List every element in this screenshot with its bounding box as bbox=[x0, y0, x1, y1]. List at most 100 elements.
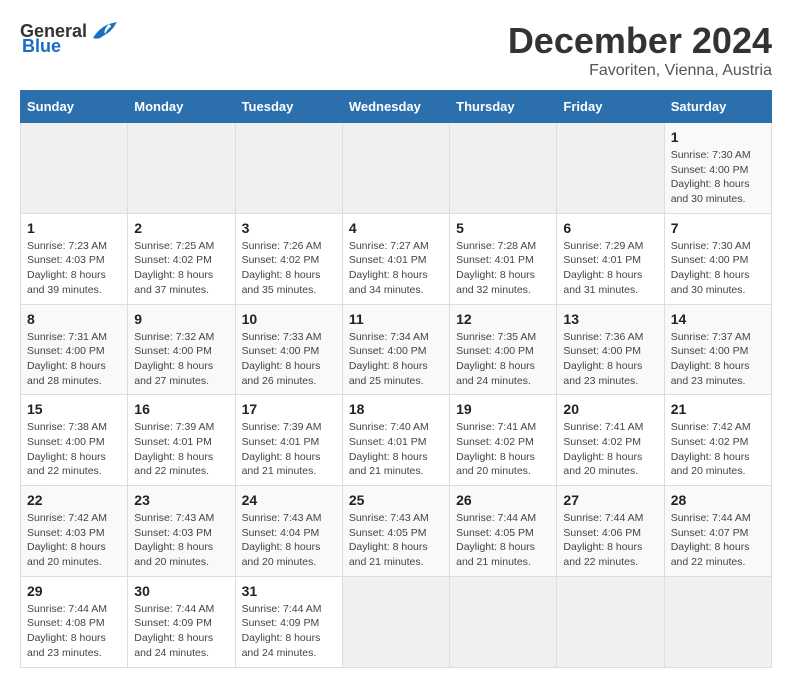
month-title: December 2024 bbox=[508, 20, 772, 62]
day-info: Sunrise: 7:27 AM Sunset: 4:01 PM Dayligh… bbox=[349, 240, 429, 296]
calendar-cell: 16 Sunrise: 7:39 AM Sunset: 4:01 PM Dayl… bbox=[128, 395, 235, 486]
day-info: Sunrise: 7:38 AM Sunset: 4:00 PM Dayligh… bbox=[27, 421, 107, 477]
calendar-week-row: 22 Sunrise: 7:42 AM Sunset: 4:03 PM Dayl… bbox=[21, 486, 772, 577]
day-number: 19 bbox=[456, 401, 550, 417]
calendar-cell: 2 Sunrise: 7:25 AM Sunset: 4:02 PM Dayli… bbox=[128, 213, 235, 304]
header-sunday: Sunday bbox=[21, 91, 128, 123]
day-info: Sunrise: 7:30 AM Sunset: 4:00 PM Dayligh… bbox=[671, 240, 751, 296]
location-title: Favoriten, Vienna, Austria bbox=[508, 62, 772, 80]
day-info: Sunrise: 7:41 AM Sunset: 4:02 PM Dayligh… bbox=[456, 421, 536, 477]
day-info: Sunrise: 7:36 AM Sunset: 4:00 PM Dayligh… bbox=[563, 331, 643, 387]
day-info: Sunrise: 7:41 AM Sunset: 4:02 PM Dayligh… bbox=[563, 421, 643, 477]
calendar-cell bbox=[664, 576, 771, 667]
calendar-cell: 20 Sunrise: 7:41 AM Sunset: 4:02 PM Dayl… bbox=[557, 395, 664, 486]
day-info: Sunrise: 7:43 AM Sunset: 4:03 PM Dayligh… bbox=[134, 512, 214, 568]
calendar-cell: 26 Sunrise: 7:44 AM Sunset: 4:05 PM Dayl… bbox=[450, 486, 557, 577]
calendar-week-row: 8 Sunrise: 7:31 AM Sunset: 4:00 PM Dayli… bbox=[21, 304, 772, 395]
calendar-week-row: 15 Sunrise: 7:38 AM Sunset: 4:00 PM Dayl… bbox=[21, 395, 772, 486]
day-info: Sunrise: 7:33 AM Sunset: 4:00 PM Dayligh… bbox=[242, 331, 322, 387]
title-section: December 2024 Favoriten, Vienna, Austria bbox=[508, 20, 772, 80]
calendar-cell: 12 Sunrise: 7:35 AM Sunset: 4:00 PM Dayl… bbox=[450, 304, 557, 395]
day-info: Sunrise: 7:44 AM Sunset: 4:09 PM Dayligh… bbox=[242, 603, 322, 659]
day-number: 16 bbox=[134, 401, 228, 417]
calendar-cell: 25 Sunrise: 7:43 AM Sunset: 4:05 PM Dayl… bbox=[342, 486, 449, 577]
day-info: Sunrise: 7:23 AM Sunset: 4:03 PM Dayligh… bbox=[27, 240, 107, 296]
day-info: Sunrise: 7:44 AM Sunset: 4:05 PM Dayligh… bbox=[456, 512, 536, 568]
header-saturday: Saturday bbox=[664, 91, 771, 123]
calendar-cell bbox=[557, 123, 664, 214]
calendar-cell bbox=[21, 123, 128, 214]
day-number: 21 bbox=[671, 401, 765, 417]
day-number: 12 bbox=[456, 311, 550, 327]
logo-blue-text: Blue bbox=[22, 36, 61, 57]
calendar-cell bbox=[450, 576, 557, 667]
day-number: 10 bbox=[242, 311, 336, 327]
day-number: 23 bbox=[134, 492, 228, 508]
day-number: 25 bbox=[349, 492, 443, 508]
day-info: Sunrise: 7:30 AM Sunset: 4:00 PM Dayligh… bbox=[671, 149, 751, 205]
calendar-cell: 23 Sunrise: 7:43 AM Sunset: 4:03 PM Dayl… bbox=[128, 486, 235, 577]
day-info: Sunrise: 7:34 AM Sunset: 4:00 PM Dayligh… bbox=[349, 331, 429, 387]
calendar-cell: 3 Sunrise: 7:26 AM Sunset: 4:02 PM Dayli… bbox=[235, 213, 342, 304]
day-number: 13 bbox=[563, 311, 657, 327]
calendar-cell bbox=[235, 123, 342, 214]
calendar-cell: 4 Sunrise: 7:27 AM Sunset: 4:01 PM Dayli… bbox=[342, 213, 449, 304]
calendar-cell: 21 Sunrise: 7:42 AM Sunset: 4:02 PM Dayl… bbox=[664, 395, 771, 486]
calendar-cell: 30 Sunrise: 7:44 AM Sunset: 4:09 PM Dayl… bbox=[128, 576, 235, 667]
calendar-cell: 11 Sunrise: 7:34 AM Sunset: 4:00 PM Dayl… bbox=[342, 304, 449, 395]
calendar-cell bbox=[128, 123, 235, 214]
day-info: Sunrise: 7:28 AM Sunset: 4:01 PM Dayligh… bbox=[456, 240, 536, 296]
day-number: 6 bbox=[563, 220, 657, 236]
page-header: General Blue December 2024 Favoriten, Vi… bbox=[20, 20, 772, 80]
calendar-header-row: SundayMondayTuesdayWednesdayThursdayFrid… bbox=[21, 91, 772, 123]
calendar-table: SundayMondayTuesdayWednesdayThursdayFrid… bbox=[20, 90, 772, 668]
day-info: Sunrise: 7:44 AM Sunset: 4:06 PM Dayligh… bbox=[563, 512, 643, 568]
logo: General Blue bbox=[20, 20, 117, 57]
day-info: Sunrise: 7:29 AM Sunset: 4:01 PM Dayligh… bbox=[563, 240, 643, 296]
calendar-cell: 29 Sunrise: 7:44 AM Sunset: 4:08 PM Dayl… bbox=[21, 576, 128, 667]
logo-bird-icon bbox=[89, 20, 117, 42]
day-number: 28 bbox=[671, 492, 765, 508]
calendar-week-row: 29 Sunrise: 7:44 AM Sunset: 4:08 PM Dayl… bbox=[21, 576, 772, 667]
calendar-cell: 5 Sunrise: 7:28 AM Sunset: 4:01 PM Dayli… bbox=[450, 213, 557, 304]
calendar-cell: 14 Sunrise: 7:37 AM Sunset: 4:00 PM Dayl… bbox=[664, 304, 771, 395]
calendar-week-row: 1 Sunrise: 7:30 AM Sunset: 4:00 PM Dayli… bbox=[21, 123, 772, 214]
day-number: 2 bbox=[134, 220, 228, 236]
day-info: Sunrise: 7:26 AM Sunset: 4:02 PM Dayligh… bbox=[242, 240, 322, 296]
day-number: 8 bbox=[27, 311, 121, 327]
calendar-week-row: 1 Sunrise: 7:23 AM Sunset: 4:03 PM Dayli… bbox=[21, 213, 772, 304]
calendar-cell: 6 Sunrise: 7:29 AM Sunset: 4:01 PM Dayli… bbox=[557, 213, 664, 304]
calendar-cell: 7 Sunrise: 7:30 AM Sunset: 4:00 PM Dayli… bbox=[664, 213, 771, 304]
calendar-cell: 19 Sunrise: 7:41 AM Sunset: 4:02 PM Dayl… bbox=[450, 395, 557, 486]
day-number: 22 bbox=[27, 492, 121, 508]
calendar-cell: 8 Sunrise: 7:31 AM Sunset: 4:00 PM Dayli… bbox=[21, 304, 128, 395]
day-number: 9 bbox=[134, 311, 228, 327]
day-info: Sunrise: 7:44 AM Sunset: 4:08 PM Dayligh… bbox=[27, 603, 107, 659]
day-number: 1 bbox=[671, 129, 765, 145]
day-info: Sunrise: 7:32 AM Sunset: 4:00 PM Dayligh… bbox=[134, 331, 214, 387]
day-info: Sunrise: 7:25 AM Sunset: 4:02 PM Dayligh… bbox=[134, 240, 214, 296]
calendar-cell: 15 Sunrise: 7:38 AM Sunset: 4:00 PM Dayl… bbox=[21, 395, 128, 486]
day-number: 1 bbox=[27, 220, 121, 236]
day-number: 7 bbox=[671, 220, 765, 236]
day-number: 14 bbox=[671, 311, 765, 327]
day-info: Sunrise: 7:43 AM Sunset: 4:04 PM Dayligh… bbox=[242, 512, 322, 568]
calendar-cell: 27 Sunrise: 7:44 AM Sunset: 4:06 PM Dayl… bbox=[557, 486, 664, 577]
day-number: 5 bbox=[456, 220, 550, 236]
calendar-cell: 24 Sunrise: 7:43 AM Sunset: 4:04 PM Dayl… bbox=[235, 486, 342, 577]
day-number: 29 bbox=[27, 583, 121, 599]
day-number: 4 bbox=[349, 220, 443, 236]
day-info: Sunrise: 7:37 AM Sunset: 4:00 PM Dayligh… bbox=[671, 331, 751, 387]
day-number: 15 bbox=[27, 401, 121, 417]
header-monday: Monday bbox=[128, 91, 235, 123]
calendar-cell bbox=[450, 123, 557, 214]
header-tuesday: Tuesday bbox=[235, 91, 342, 123]
calendar-cell: 28 Sunrise: 7:44 AM Sunset: 4:07 PM Dayl… bbox=[664, 486, 771, 577]
day-info: Sunrise: 7:42 AM Sunset: 4:02 PM Dayligh… bbox=[671, 421, 751, 477]
day-info: Sunrise: 7:43 AM Sunset: 4:05 PM Dayligh… bbox=[349, 512, 429, 568]
day-info: Sunrise: 7:35 AM Sunset: 4:00 PM Dayligh… bbox=[456, 331, 536, 387]
calendar-cell: 1 Sunrise: 7:30 AM Sunset: 4:00 PM Dayli… bbox=[664, 123, 771, 214]
day-number: 20 bbox=[563, 401, 657, 417]
calendar-cell: 17 Sunrise: 7:39 AM Sunset: 4:01 PM Dayl… bbox=[235, 395, 342, 486]
calendar-cell bbox=[342, 123, 449, 214]
